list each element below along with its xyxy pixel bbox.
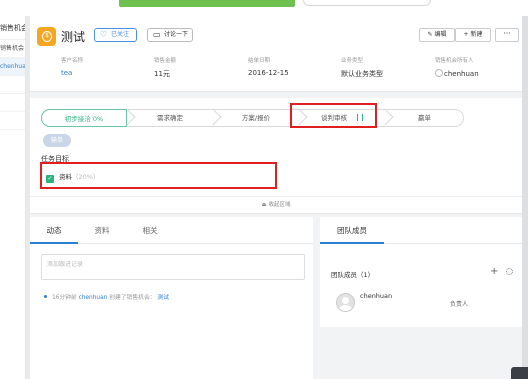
detail-header: $ 测试 ♡ 已关注 ▭ 讨论一下 ✎ 编辑 + 新建 ··· 客户名称 tea 销… — [30, 16, 522, 92]
field-label: 业务类型 — [341, 58, 364, 64]
top-app-bar — [0, 0, 528, 16]
discuss-button[interactable]: ▭ 讨论一下 — [147, 28, 193, 42]
list-item[interactable]: 销售机会 — [0, 40, 25, 58]
stage-initial-contact[interactable]: 初步接洽 0% — [41, 109, 127, 127]
field-label: 结单日期 — [248, 58, 271, 64]
list-item-selected[interactable]: chenhuan — [0, 58, 25, 76]
new-label: 新建 — [470, 31, 483, 38]
list-panel-title: 销售机会 — [0, 16, 25, 40]
add-member-icon[interactable]: + — [490, 266, 498, 277]
team-card: 团队成员 团队成员（1） + chenhuan 负责人 — [320, 217, 522, 327]
field-label: 销售金额 — [154, 58, 177, 64]
follow-button[interactable]: ♡ 已关注 — [94, 28, 137, 42]
timeline-dot-icon — [44, 295, 47, 298]
highlight-box-task — [40, 162, 277, 189]
field-label: 客户名称 — [61, 58, 84, 64]
more-button[interactable]: ··· — [495, 28, 519, 42]
stage-won[interactable]: 赢单 — [385, 109, 464, 127]
log-target-link[interactable]: 测试 — [157, 295, 169, 301]
stage-requirement[interactable]: 需求确定 — [127, 109, 213, 127]
team-tabs: 团队成员 — [320, 217, 522, 244]
field-value: 2016-12-15 — [248, 69, 289, 77]
field-label: 销售机会所有人 — [435, 58, 474, 64]
chat-icon: ▭ — [153, 30, 161, 39]
field-value: 默认业务类型 — [341, 70, 383, 78]
discuss-label: 讨论一下 — [164, 31, 189, 38]
follow-label: 已关注 — [111, 31, 130, 38]
collapse-area-toggle[interactable]: ⏏ 收起区域 — [30, 196, 522, 213]
team-members-count: 团队成员（1） — [331, 271, 375, 279]
owner-avatar-icon — [435, 69, 443, 77]
customer-link[interactable]: tea — [61, 69, 83, 77]
member-role: 负责人 — [450, 301, 469, 308]
list-item[interactable] — [0, 76, 25, 94]
stage-progress-bar: 初步接洽 0% 需求确定 方案/报价 谈判审核 赢单 — [41, 108, 464, 127]
primary-action-button[interactable] — [119, 0, 295, 7]
owner-value: chenhuan — [435, 69, 479, 78]
edit-button[interactable]: ✎ 编辑 — [419, 28, 455, 42]
opportunity-detail-panel: $ 测试 ♡ 已关注 ▭ 讨论一下 ✎ 编辑 + 新建 ··· 客户名称 tea 销… — [30, 16, 528, 379]
right-edge-strip — [522, 16, 528, 379]
opportunity-logo-icon: $ — [37, 27, 56, 46]
follow-up-note-input[interactable]: 添加跟进记录 — [41, 254, 305, 280]
field-customer: 客户名称 tea — [61, 56, 83, 77]
list-item[interactable] — [0, 94, 25, 112]
activity-tabs: 动态 资料 相关 — [30, 217, 313, 244]
field-close-date: 结单日期 2016-12-15 — [248, 56, 289, 77]
tab-documents[interactable]: 资料 — [78, 217, 126, 244]
corner-widget-icon[interactable] — [511, 367, 528, 379]
field-amount: 销售金额 11元 — [154, 56, 176, 79]
member-avatar — [336, 293, 355, 312]
edit-label: 编辑 — [434, 31, 447, 38]
team-settings-icon[interactable] — [506, 268, 513, 275]
log-action: 创建了销售机会： — [109, 295, 156, 301]
lose-button[interactable]: 输单 — [43, 134, 71, 147]
opportunity-list-panel: 销售机会 销售机会 chenhuan — [0, 16, 26, 379]
list-item[interactable] — [0, 112, 25, 130]
activity-log-item: 16分钟前 chenhuan 创建了销售机会： 测试 — [44, 292, 169, 301]
log-time: 16分钟前 — [52, 295, 77, 301]
activity-card: 动态 资料 相关 添加跟进记录 16分钟前 chenhuan 创建了销售机会： … — [30, 217, 313, 379]
global-search-input[interactable] — [303, 0, 431, 6]
new-button[interactable]: + 新建 — [455, 28, 491, 42]
tab-activity[interactable]: 动态 — [30, 217, 78, 244]
field-business-type: 业务类型 默认业务类型 — [341, 56, 383, 79]
field-value: 11元 — [154, 70, 170, 78]
tab-team-members[interactable]: 团队成员 — [320, 217, 384, 244]
log-user-link[interactable]: chenhuan — [79, 295, 108, 301]
highlight-box-stage — [290, 103, 377, 128]
stage-proposal[interactable]: 方案/报价 — [213, 109, 299, 127]
page-title: 测试 — [61, 30, 86, 44]
field-owner: 销售机会所有人 chenhuan — [435, 56, 479, 78]
heart-icon: ♡ — [100, 30, 108, 39]
tab-related[interactable]: 相关 — [126, 217, 174, 244]
sales-stage-card: 初步接洽 0% 需求确定 方案/报价 谈判审核 赢单 输单 任务目标 ✓ 资料（2… — [30, 98, 522, 214]
member-name: chenhuan — [360, 292, 393, 300]
